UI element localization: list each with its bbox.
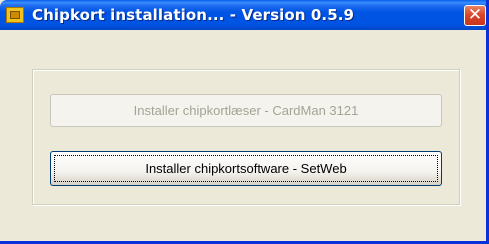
- title-bar[interactable]: Chipkort installation... - Version 0.5.9…: [0, 0, 486, 30]
- install-cardreader-button: Installer chipkortlæser - CardMan 3121: [50, 94, 442, 127]
- close-button[interactable]: ✕: [464, 5, 486, 26]
- install-software-label: Installer chipkortsoftware - SetWeb: [145, 161, 347, 176]
- install-software-button[interactable]: Installer chipkortsoftware - SetWeb: [50, 151, 442, 186]
- chipcard-icon: [6, 7, 24, 23]
- installer-window: Chipkort installation... - Version 0.5.9…: [0, 0, 489, 244]
- window-title: Chipkort installation... - Version 0.5.9: [32, 6, 355, 24]
- chip-contact-icon: [10, 11, 20, 19]
